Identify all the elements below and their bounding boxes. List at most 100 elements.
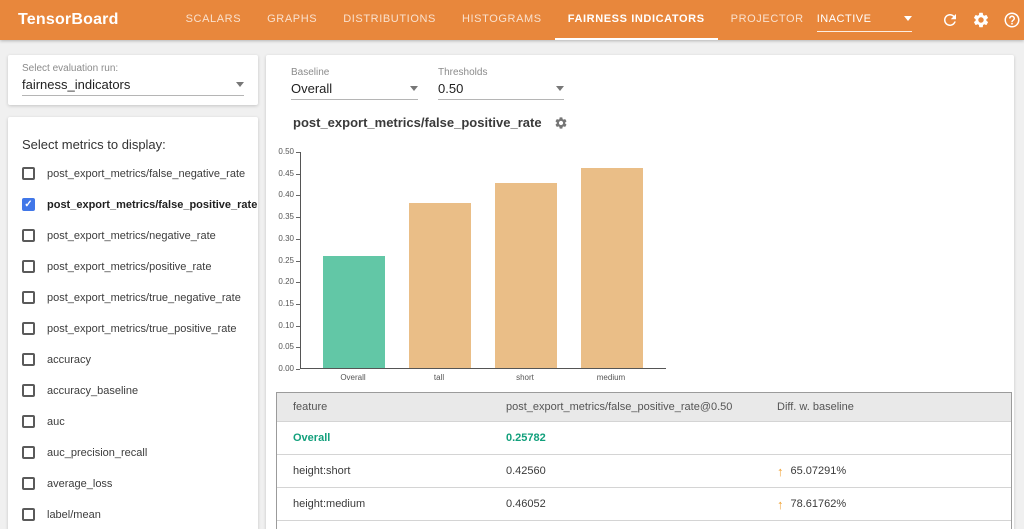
checkbox-icon[interactable] xyxy=(22,322,35,335)
metric-checkbox-item[interactable]: average_loss xyxy=(8,468,258,499)
y-axis-tick-label: 0.20 xyxy=(278,277,294,287)
checkbox-icon[interactable] xyxy=(22,229,35,242)
metric-checkbox-item[interactable]: post_export_metrics/true_positive_rate xyxy=(8,313,258,344)
arrow-up-icon: ↑ xyxy=(777,496,784,512)
checkbox-icon[interactable] xyxy=(22,415,35,428)
run-selector-dropdown[interactable]: fairness_indicators xyxy=(22,77,244,96)
bar-chart: 0.00 0.05 0.10 0.15 0.20 0.25 0.30 0.35 0.40 0.45… xyxy=(266,145,706,395)
gear-icon[interactable] xyxy=(972,11,990,29)
tab-histograms[interactable]: HISTOGRAMS xyxy=(449,0,555,40)
chart-settings-gear-icon[interactable] xyxy=(554,116,568,130)
y-axis-tick-mark xyxy=(296,303,300,305)
y-axis-tick-mark xyxy=(296,260,300,262)
status-dropdown[interactable]: INACTIVE xyxy=(816,8,912,32)
y-axis-tick-label: 0.00 xyxy=(278,364,294,373)
y-axis-tick-label: 0.30 xyxy=(278,233,294,243)
metric-checkbox-item[interactable]: label/mean xyxy=(8,499,258,529)
y-axis-tick-label: 0.25 xyxy=(278,255,294,265)
table-row-cutoff xyxy=(277,520,1011,529)
bar-medium[interactable] xyxy=(581,168,643,368)
metric-checkbox-item[interactable]: ✓ post_export_metrics/false_positive_rate xyxy=(8,189,258,220)
thresholds-label: Thresholds xyxy=(438,67,488,78)
diff-cell: ↑ 78.61762% xyxy=(767,498,1011,511)
checkbox-icon[interactable] xyxy=(22,446,35,459)
baseline-dropdown[interactable]: Overall xyxy=(291,81,418,100)
tab-distributions[interactable]: DISTRIBUTIONS xyxy=(330,0,449,40)
checkmark-icon: ✓ xyxy=(24,198,33,210)
run-selector-value: fairness_indicators xyxy=(22,77,131,92)
x-axis-tick-label: short xyxy=(516,373,534,382)
y-axis-tick-label: 0.05 xyxy=(278,342,294,352)
metric-checkbox-item[interactable]: post_export_metrics/true_negative_rate xyxy=(8,282,258,313)
metric-checkbox-item[interactable]: auc_precision_recall xyxy=(8,437,258,468)
y-axis-tick-label: 0.45 xyxy=(278,168,294,178)
y-axis-tick-label: 0.15 xyxy=(278,298,294,308)
bar-short[interactable] xyxy=(495,183,557,368)
bar-overall[interactable] xyxy=(323,256,385,368)
help-icon[interactable] xyxy=(1003,11,1021,29)
refresh-icon[interactable] xyxy=(941,11,959,29)
table-header-cell: feature xyxy=(293,401,328,413)
arrow-up-icon: ↑ xyxy=(777,463,784,479)
y-axis-tick-label: 0.10 xyxy=(278,320,294,330)
metric-label: post_export_metrics/positive_rate xyxy=(47,260,212,273)
metric-label: accuracy xyxy=(47,353,92,366)
metric-checkbox-item[interactable]: post_export_metrics/negative_rate xyxy=(8,220,258,251)
baseline-value: Overall xyxy=(291,81,333,96)
table-row: height:medium 0.46052 ↑ 78.61762% xyxy=(277,487,1011,520)
metric-label: post_export_metrics/true_negative_rate xyxy=(47,291,241,304)
metric-checkbox-item[interactable]: accuracy_baseline xyxy=(8,375,258,406)
metric-label: post_export_metrics/true_positive_rate xyxy=(47,322,237,335)
tab-projector[interactable]: PROJECTOR xyxy=(718,0,817,40)
checkbox-icon[interactable] xyxy=(22,477,35,490)
chevron-down-icon xyxy=(556,86,564,91)
checkbox-icon[interactable] xyxy=(22,291,35,304)
metric-checkbox-item[interactable]: post_export_metrics/false_negative_rate xyxy=(8,158,258,189)
chevron-down-icon xyxy=(410,86,418,91)
chevron-down-icon xyxy=(236,82,244,87)
checkbox-icon[interactable] xyxy=(22,167,35,180)
metric-selector-title: Select metrics to display: xyxy=(22,137,166,152)
y-axis-tick-label: 0.35 xyxy=(278,212,294,222)
metric-checkbox-item[interactable]: accuracy xyxy=(8,344,258,375)
checkbox-icon[interactable] xyxy=(22,260,35,273)
metric-checkbox-item[interactable]: post_export_metrics/positive_rate xyxy=(8,251,258,282)
feature-cell: Overall xyxy=(293,432,331,444)
metric-selector-card: Select metrics to display: post_export_m… xyxy=(8,117,258,529)
chevron-down-icon xyxy=(903,16,912,21)
baseline-control: Baseline Overall xyxy=(291,67,418,100)
y-axis-tick-mark xyxy=(296,369,300,370)
metric-section-header: post_export_metrics/false_positive_rate xyxy=(293,115,568,130)
metric-label: auc_precision_recall xyxy=(47,446,148,459)
metric-label: post_export_metrics/false_negative_rate xyxy=(47,167,246,180)
baseline-label: Baseline xyxy=(291,67,330,78)
metric-label: accuracy_baseline xyxy=(47,384,139,397)
tab-scalars[interactable]: SCALARS xyxy=(173,0,255,40)
tab-fairness-indicators[interactable]: FAIRNESS INDICATORS xyxy=(554,0,718,40)
diff-value: 65.07291% xyxy=(790,465,847,477)
y-axis-tick-label: 0.50 xyxy=(278,147,294,156)
x-axis-tick-label: medium xyxy=(596,373,626,382)
metric-value-cell: 0.42560 xyxy=(506,465,546,477)
metric-value-cell: 0.46052 xyxy=(506,498,546,510)
y-axis-tick-mark xyxy=(296,217,300,219)
metric-label: post_export_metrics/false_positive_rate xyxy=(47,198,258,211)
checkbox-icon[interactable] xyxy=(22,508,35,521)
table-header-row: feature post_export_metrics/false_positiv… xyxy=(277,393,1011,421)
y-axis-tick-mark xyxy=(296,195,300,197)
tab-graphs[interactable]: GRAPHS xyxy=(254,0,330,40)
checkbox-icon[interactable] xyxy=(22,353,35,366)
checkbox-checked-icon[interactable]: ✓ xyxy=(22,198,35,211)
metric-label: label/mean xyxy=(47,508,101,521)
thresholds-control: Thresholds 0.50 xyxy=(438,67,564,100)
diff-value: 78.61762% xyxy=(790,498,847,510)
main-panel: Baseline Overall Thresholds 0.50 post_ex… xyxy=(266,55,1014,529)
y-axis-tick-mark xyxy=(296,152,300,153)
bar-tall[interactable] xyxy=(409,203,471,368)
thresholds-dropdown[interactable]: 0.50 xyxy=(438,81,564,100)
y-axis-tick-mark xyxy=(296,238,300,240)
metric-checkbox-item[interactable]: auc xyxy=(8,406,258,437)
run-selector-card: Select evaluation run: fairness_indicato… xyxy=(8,55,258,105)
y-axis-tick-mark xyxy=(296,282,300,284)
checkbox-icon[interactable] xyxy=(22,384,35,397)
